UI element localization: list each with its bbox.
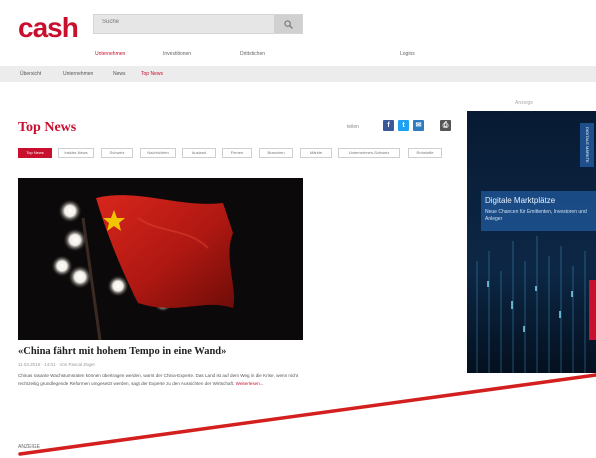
red-annotation-line bbox=[18, 373, 596, 456]
page: cash Unternehmen Investitionen Drittstic… bbox=[0, 0, 596, 458]
